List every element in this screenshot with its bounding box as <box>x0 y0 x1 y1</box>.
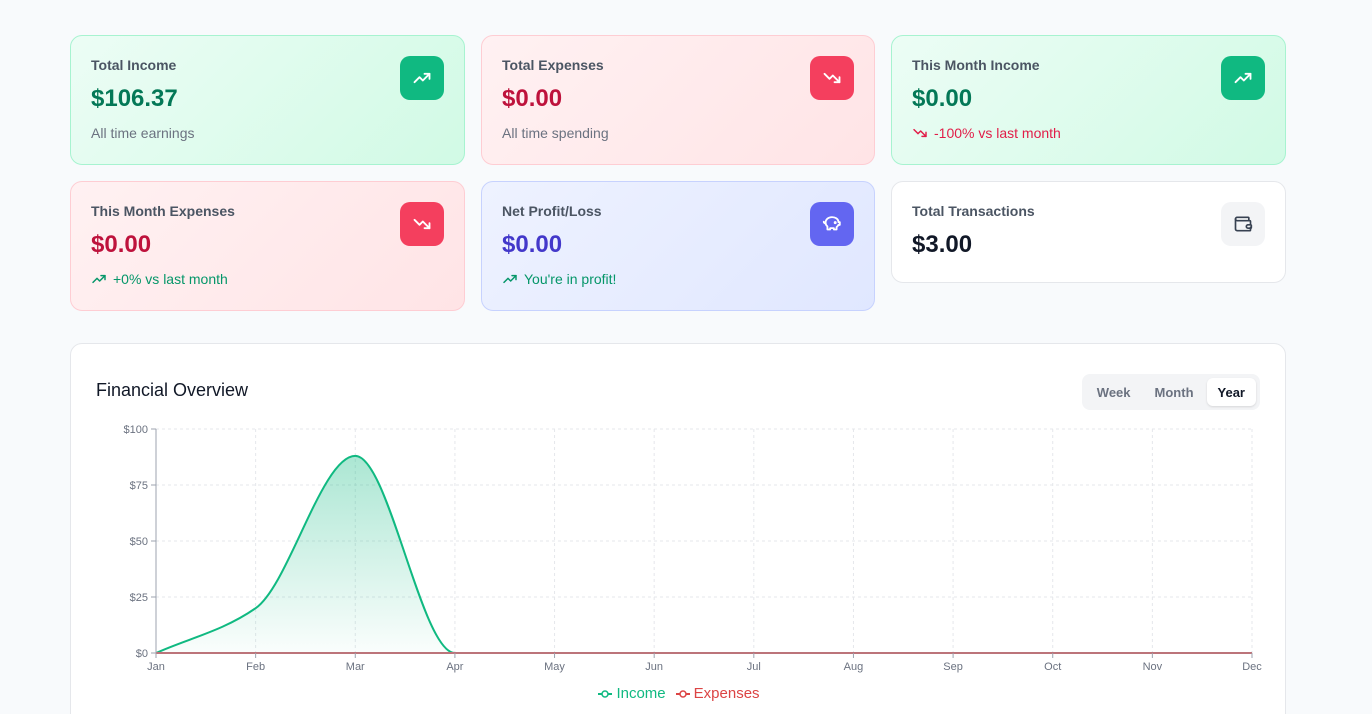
card-net-profit: Net Profit/Loss $0.00 You're in profit! <box>481 181 875 311</box>
trending-down-icon <box>913 128 927 138</box>
x-tick-label: May <box>544 661 565 673</box>
card-value: $0.00 <box>91 231 152 258</box>
x-tick-label: Jun <box>645 661 663 673</box>
card-total-transactions: Total Transactions $3.00 <box>891 181 1286 283</box>
legend-line-icon <box>675 689 690 698</box>
legend-income[interactable]: Income <box>598 685 666 702</box>
card-subtitle: All time earnings <box>91 125 444 141</box>
y-tick-label: $50 <box>130 536 148 548</box>
legend-income-label: Income <box>616 685 666 702</box>
x-tick-label: Nov <box>1143 661 1163 673</box>
x-tick-label: Jul <box>747 661 761 673</box>
card-total-expenses: Total Expenses $0.00 All time spending <box>481 35 875 165</box>
card-value: $0.00 <box>912 85 973 112</box>
x-tick-label: Sep <box>943 661 963 673</box>
piggy-bank-icon <box>810 202 854 246</box>
y-tick-label: $0 <box>136 648 148 660</box>
card-subtitle-text: -100% vs last month <box>934 125 1061 141</box>
card-subtitle: All time spending <box>502 125 854 141</box>
trending-up-icon <box>1221 56 1265 100</box>
trending-down-icon <box>400 202 444 246</box>
trending-up-icon <box>503 274 517 284</box>
card-month-expenses: This Month Expenses $0.00 +0% vs last mo… <box>70 181 465 311</box>
trending-down-icon <box>810 56 854 100</box>
card-subtitle-text: All time spending <box>502 125 609 141</box>
y-tick-label: $75 <box>130 480 148 492</box>
x-tick-label: Jan <box>147 661 165 673</box>
x-tick-label: Dec <box>1242 661 1262 673</box>
card-subtitle-text: You're in profit! <box>524 271 617 287</box>
card-subtitle: You're in profit! <box>502 271 854 287</box>
card-value: $106.37 <box>91 85 178 112</box>
card-subtitle: +0% vs last month <box>91 271 444 287</box>
card-title: Total Expenses <box>502 57 604 73</box>
dashboard: Total Income $106.37 All time earnings T… <box>0 0 1372 714</box>
y-tick-label: $25 <box>130 592 148 604</box>
financial-overview-card: Financial Overview Week Month Year $0 $25… <box>70 343 1286 714</box>
card-title: This Month Expenses <box>91 203 235 219</box>
card-title: Total Transactions <box>912 203 1035 219</box>
x-tick-label: Mar <box>346 661 365 673</box>
card-title: This Month Income <box>912 57 1040 73</box>
x-tick-label: Oct <box>1044 661 1061 673</box>
card-subtitle: -100% vs last month <box>912 125 1265 141</box>
x-tick-label: Feb <box>246 661 265 673</box>
legend-line-icon <box>598 689 613 698</box>
trending-up-icon <box>400 56 444 100</box>
x-tick-label: Aug <box>844 661 864 673</box>
card-value: $3.00 <box>912 231 973 258</box>
card-value: $0.00 <box>502 85 563 112</box>
x-tick-label: Apr <box>446 661 463 673</box>
legend-expenses-label: Expenses <box>693 685 760 702</box>
wallet-icon <box>1221 202 1265 246</box>
card-title: Total Income <box>91 57 177 73</box>
card-total-income: Total Income $106.37 All time earnings <box>70 35 465 165</box>
legend-expenses[interactable]: Expenses <box>675 685 760 702</box>
y-tick-label: $100 <box>124 424 148 436</box>
card-month-income: This Month Income $0.00 -100% vs last mo… <box>891 35 1286 165</box>
card-subtitle-text: All time earnings <box>91 125 195 141</box>
card-subtitle-text: +0% vs last month <box>113 271 228 287</box>
financial-chart: $0 $25 $50 $75 $100 Jan Feb Mar Apr May Jun Jul Aug S… <box>124 424 1263 673</box>
card-title: Net Profit/Loss <box>502 203 602 219</box>
chart-legend: Income Expenses <box>71 685 1287 702</box>
card-value: $0.00 <box>502 231 563 258</box>
stat-cards: Total Income $106.37 All time earnings T… <box>70 35 1286 311</box>
trending-up-icon <box>92 274 106 284</box>
